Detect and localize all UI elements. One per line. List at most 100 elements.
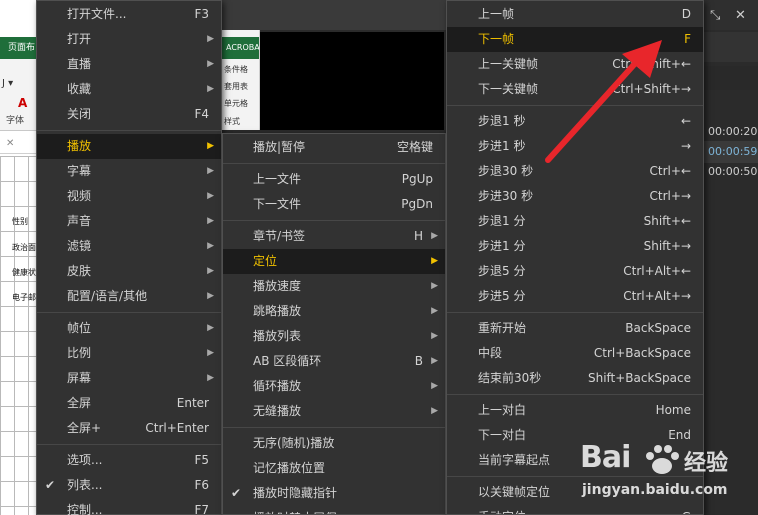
menu3-item-11[interactable]: 步退5 分 Ctrl+Alt+← bbox=[447, 259, 703, 284]
menu-item-label: 下一关键帧 bbox=[478, 82, 539, 96]
menu3-item-2[interactable]: 上一关键帧 Ctrl+Shift+← bbox=[447, 52, 703, 77]
menu1-item-15[interactable]: 比例 ▶ bbox=[37, 341, 221, 366]
paw-icon bbox=[646, 445, 679, 474]
menu-separator bbox=[223, 427, 445, 428]
menu2-item-2[interactable]: 上一文件 PgUp bbox=[223, 167, 445, 192]
cell[interactable]: 健康状 bbox=[12, 267, 36, 278]
submenu-arrow-icon: ▶ bbox=[431, 281, 438, 291]
menu1-item-16[interactable]: 屏幕 ▶ bbox=[37, 366, 221, 391]
menu-item-shortcut: Ctrl+Alt+→ bbox=[623, 289, 691, 303]
formula-bar[interactable]: ✕ bbox=[0, 136, 40, 154]
menu-item-label: 配置/语言/其他 bbox=[67, 289, 148, 303]
menu-item-shortcut: F bbox=[684, 32, 691, 46]
menu3-item-16[interactable]: 结束前30秒 Shift+BackSpace bbox=[447, 366, 703, 391]
menu-separator bbox=[223, 220, 445, 221]
spreadsheet-grid[interactable] bbox=[0, 156, 40, 515]
submenu-arrow-icon: ▶ bbox=[207, 191, 214, 201]
cell[interactable]: 电子邮 bbox=[12, 292, 36, 303]
cell[interactable]: 政治面 bbox=[12, 242, 36, 253]
menu3-item-18[interactable]: 上一对白 Home bbox=[447, 398, 703, 423]
menu1-item-4[interactable]: 关闭 F4 bbox=[37, 102, 221, 127]
table-format-button[interactable]: 套用表 bbox=[224, 81, 248, 92]
menu3-item-1[interactable]: 下一帧 F bbox=[447, 27, 703, 52]
menu2-item-15[interactable]: 记忆播放位置 bbox=[223, 456, 445, 481]
menu3-item-14[interactable]: 重新开始 BackSpace bbox=[447, 316, 703, 341]
menu-separator bbox=[223, 163, 445, 164]
submenu-arrow-icon: ▶ bbox=[431, 356, 438, 366]
menu3-item-0[interactable]: 上一帧 D bbox=[447, 2, 703, 27]
menu-item-label: 下一帧 bbox=[478, 32, 515, 46]
menu1-item-12[interactable]: 配置/语言/其他 ▶ bbox=[37, 284, 221, 309]
menu1-item-6[interactable]: 播放 ▶ bbox=[37, 134, 221, 159]
menu1-item-18[interactable]: 全屏+ Ctrl+Enter bbox=[37, 416, 221, 441]
menu1-item-21[interactable]: ✔ 列表... F6 bbox=[37, 473, 221, 498]
baidu-watermark: Bai 经验 jingyan.baidu.com bbox=[580, 440, 750, 510]
cell-style-button[interactable]: 单元格 bbox=[224, 98, 248, 109]
menu3-item-15[interactable]: 中段 Ctrl+BackSpace bbox=[447, 341, 703, 366]
menu-item-label: AB 区段循环 bbox=[253, 354, 322, 368]
ribbon-tab-page-layout[interactable]: 页面布 bbox=[0, 37, 40, 59]
menu-item-label: 定位 bbox=[253, 254, 278, 268]
menu-item-label: 帧位 bbox=[67, 321, 92, 335]
menu-item-label: 比例 bbox=[67, 346, 92, 360]
menu3-item-6[interactable]: 步进1 秒 → bbox=[447, 134, 703, 159]
menu2-item-17[interactable]: ✔ 播放时禁止屏保 bbox=[223, 506, 445, 514]
menu2-item-10[interactable]: AB 区段循环 B ▶ bbox=[223, 349, 445, 374]
menu2-item-0[interactable]: 播放|暂停 空格键 bbox=[223, 135, 445, 160]
menu3-item-8[interactable]: 步进30 秒 Ctrl+→ bbox=[447, 184, 703, 209]
menu3-item-10[interactable]: 步进1 分 Shift+→ bbox=[447, 234, 703, 259]
menu-item-label: 播放 bbox=[67, 139, 92, 153]
menu3-item-9[interactable]: 步退1 分 Shift+← bbox=[447, 209, 703, 234]
submenu-arrow-icon: ▶ bbox=[431, 406, 438, 416]
menu2-item-11[interactable]: 循环播放 ▶ bbox=[223, 374, 445, 399]
menu1-item-10[interactable]: 滤镜 ▶ bbox=[37, 234, 221, 259]
menu1-item-17[interactable]: 全屏 Enter bbox=[37, 391, 221, 416]
menu-item-label: 上一关键帧 bbox=[478, 57, 539, 71]
menu-item-label: 步进1 分 bbox=[478, 239, 526, 253]
menu-separator bbox=[447, 394, 703, 395]
menu2-item-9[interactable]: 播放列表 ▶ bbox=[223, 324, 445, 349]
cell[interactable]: 性别 bbox=[12, 216, 28, 227]
menu-item-shortcut: Shift+BackSpace bbox=[587, 371, 691, 385]
menu1-item-1[interactable]: 打开 ▶ bbox=[37, 27, 221, 52]
close-icon[interactable]: ✕ bbox=[735, 8, 746, 23]
ribbon-tab-acrobat[interactable]: ACROBA bbox=[222, 37, 259, 59]
menu-item-label: 播放列表 bbox=[253, 329, 302, 343]
menu-separator bbox=[447, 105, 703, 106]
menu1-item-2[interactable]: 直播 ▶ bbox=[37, 52, 221, 77]
video-area bbox=[260, 32, 444, 130]
menu1-item-7[interactable]: 字幕 ▶ bbox=[37, 159, 221, 184]
menu-item-label: 结束前30秒 bbox=[478, 371, 542, 385]
menu2-item-6[interactable]: 定位 ▶ bbox=[223, 249, 445, 274]
menu2-item-5[interactable]: 章节/书签 H ▶ bbox=[223, 224, 445, 249]
menu1-item-20[interactable]: 选项... F5 bbox=[37, 448, 221, 473]
expand-icon[interactable]: ⤡ bbox=[710, 8, 720, 23]
menu2-item-7[interactable]: 播放速度 ▶ bbox=[223, 274, 445, 299]
menu3-item-3[interactable]: 下一关键帧 Ctrl+Shift+→ bbox=[447, 77, 703, 102]
menu-item-shortcut: F6 bbox=[194, 478, 209, 492]
menu2-item-16[interactable]: ✔ 播放时隐藏指针 bbox=[223, 481, 445, 506]
menu-item-label: 选项... bbox=[67, 453, 103, 467]
menu1-item-11[interactable]: 皮肤 ▶ bbox=[37, 259, 221, 284]
menu2-item-12[interactable]: 无缝播放 ▶ bbox=[223, 399, 445, 424]
submenu-arrow-icon: ▶ bbox=[431, 331, 438, 341]
submenu-arrow-icon: ▶ bbox=[207, 166, 214, 176]
menu1-item-22[interactable]: 控制... F7 bbox=[37, 498, 221, 515]
menu2-item-14[interactable]: 无序(随机)播放 bbox=[223, 431, 445, 456]
menu3-item-5[interactable]: 步退1 秒 ← bbox=[447, 109, 703, 134]
menu1-item-3[interactable]: 收藏 ▶ bbox=[37, 77, 221, 102]
menu1-item-8[interactable]: 视频 ▶ bbox=[37, 184, 221, 209]
menu1-item-9[interactable]: 声音 ▶ bbox=[37, 209, 221, 234]
menu2-item-3[interactable]: 下一文件 PgDn bbox=[223, 192, 445, 217]
menu2-item-8[interactable]: 跳略播放 ▶ bbox=[223, 299, 445, 324]
menu1-item-14[interactable]: 帧位 ▶ bbox=[37, 316, 221, 341]
menu-separator bbox=[37, 130, 221, 131]
submenu-arrow-icon: ▶ bbox=[207, 241, 214, 251]
menu3-item-12[interactable]: 步进5 分 Ctrl+Alt+→ bbox=[447, 284, 703, 309]
playlist-time: 00:00:50 bbox=[708, 165, 758, 178]
menu3-item-7[interactable]: 步退30 秒 Ctrl+← bbox=[447, 159, 703, 184]
menu1-item-0[interactable]: 打开文件... F3 bbox=[37, 2, 221, 27]
submenu-arrow-icon: ▶ bbox=[207, 323, 214, 333]
conditional-format-button[interactable]: 条件格 bbox=[224, 64, 248, 75]
menu-item-shortcut: Ctrl+BackSpace bbox=[593, 346, 691, 360]
